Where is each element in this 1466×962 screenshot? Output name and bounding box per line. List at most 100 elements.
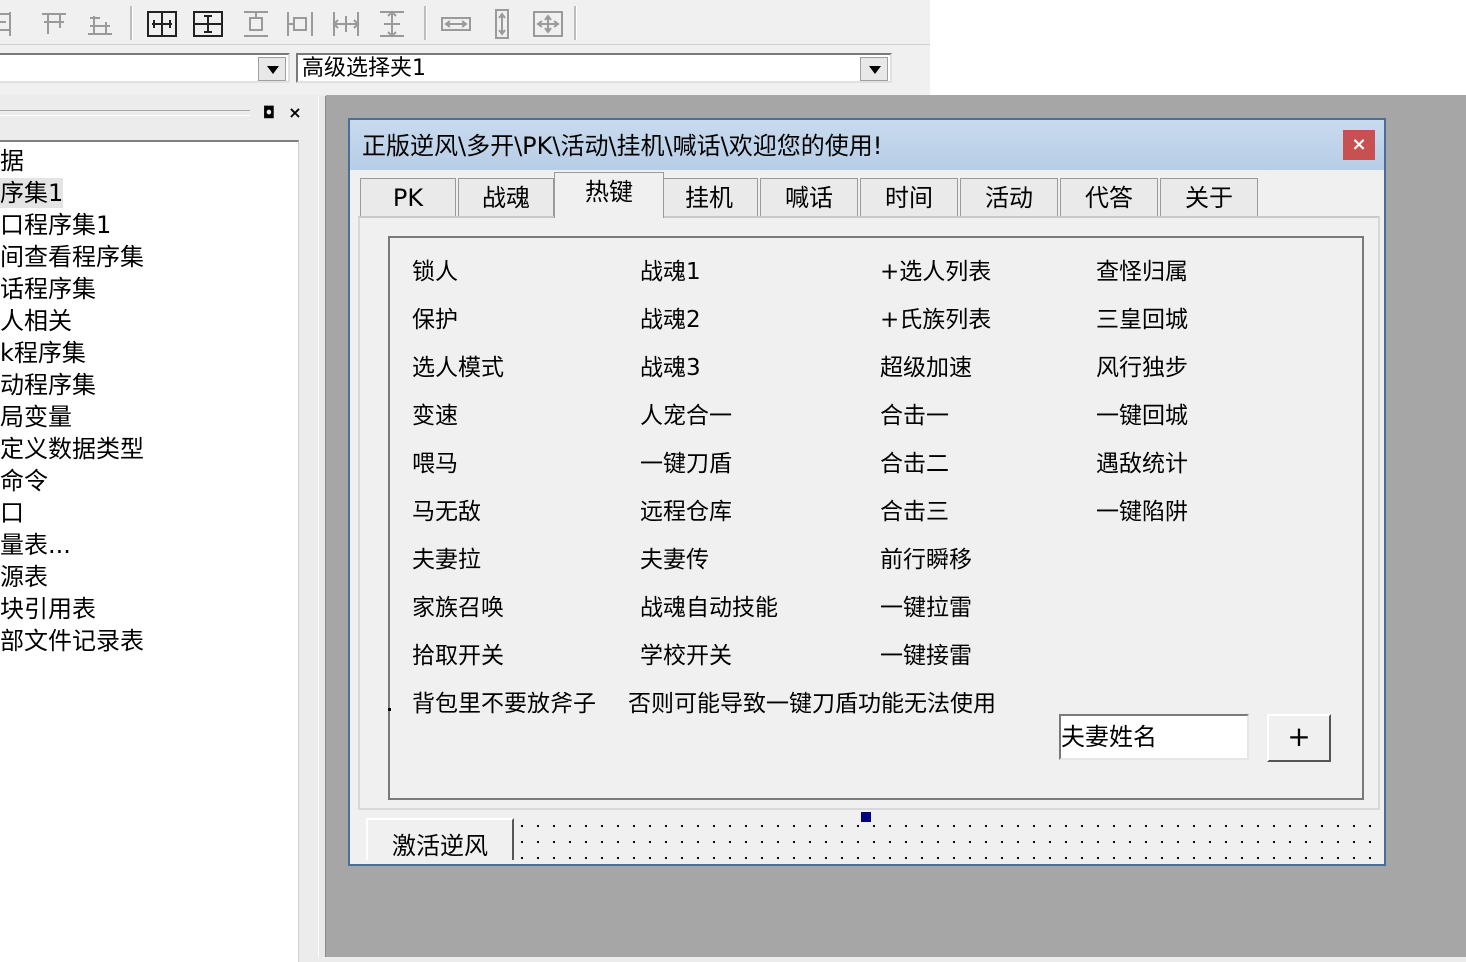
component-combo-value: 高级选择夹1 — [302, 56, 426, 81]
tree-item[interactable]: k程序集 — [0, 338, 86, 368]
same-height-icon[interactable] — [486, 8, 518, 40]
hotkey-label[interactable]: 战魂3 — [640, 354, 701, 382]
panel-header: ◘ × — [0, 96, 318, 130]
panel-grip[interactable] — [0, 110, 250, 116]
toolbar-separator — [424, 6, 427, 40]
chevron-down-icon[interactable] — [860, 57, 888, 81]
hotkey-label[interactable]: 家族召唤 — [412, 594, 504, 622]
activate-button[interactable]: 激活逆风 — [366, 818, 514, 860]
hotkey-label[interactable]: 战魂自动技能 — [640, 594, 778, 622]
tree-item[interactable]: 序集1 — [0, 178, 64, 208]
resize-handle[interactable] — [861, 812, 871, 822]
tree-item[interactable]: 局变量 — [0, 402, 72, 432]
tree-item[interactable]: 话程序集 — [0, 274, 96, 304]
layout-toolbar — [0, 0, 930, 44]
hotkey-label[interactable]: 三皇回城 — [1096, 306, 1188, 334]
center-horizontal-icon[interactable] — [146, 8, 178, 40]
tree-item[interactable]: 命令 — [0, 466, 48, 496]
add-button[interactable]: + — [1267, 714, 1331, 762]
object-combo[interactable] — [0, 53, 290, 83]
component-combo[interactable]: 高级选择夹1 — [296, 53, 892, 83]
same-height-spacing-icon[interactable] — [376, 8, 408, 40]
tree-item[interactable]: 口程序集1 — [0, 210, 111, 240]
hotkey-label[interactable]: 马无敌 — [412, 498, 481, 526]
hotkey-label[interactable]: 合击二 — [880, 450, 949, 478]
note-text-left: 背包里不要放斧子 — [412, 691, 596, 717]
hotkey-label[interactable]: 一键接雷 — [880, 642, 972, 670]
hotkey-label[interactable]: 一键刀盾 — [640, 450, 732, 478]
same-width-spacing-icon[interactable] — [330, 8, 362, 40]
hotkey-label[interactable]: 变速 — [412, 402, 458, 430]
tree-item[interactable]: 量表... — [0, 530, 71, 560]
hotkey-label[interactable]: 拾取开关 — [412, 642, 504, 670]
distribute-top-icon[interactable] — [240, 8, 272, 40]
form-title: 正版逆风\多开\PK\活动\挂机\喊话\欢迎您的使用! — [362, 132, 883, 160]
program-tree[interactable]: 据 序集1 口程序集1 间查看程序集 话程序集 人相关 k程序集 动程序集 局变… — [0, 140, 299, 962]
tab-pk[interactable]: PK — [360, 178, 456, 216]
hotkey-label[interactable]: 喂马 — [412, 450, 458, 478]
hotkey-label[interactable]: 远程仓库 — [640, 498, 732, 526]
hotkey-label[interactable]: 战魂2 — [640, 306, 701, 334]
float-icon[interactable]: ◘ — [258, 102, 280, 124]
distribute-horizontal-icon[interactable] — [284, 8, 316, 40]
hotkey-label[interactable]: 夫妻拉 — [412, 546, 481, 574]
align-top-icon[interactable] — [38, 8, 70, 40]
close-icon[interactable]: × — [1343, 130, 1375, 160]
tab-hanhua[interactable]: 喊话 — [760, 178, 858, 216]
toolbar-separator — [130, 6, 133, 40]
hotkey-label[interactable]: 一键回城 — [1096, 402, 1188, 430]
form-titlebar[interactable]: 正版逆风\多开\PK\活动\挂机\喊话\欢迎您的使用! × — [350, 120, 1384, 170]
hotkey-label[interactable]: 选人模式 — [412, 354, 504, 382]
tree-item[interactable]: 定义数据类型 — [0, 434, 144, 464]
hotkey-label[interactable]: 一键拉雷 — [880, 594, 972, 622]
hotkey-label[interactable]: 遇敌统计 — [1096, 450, 1188, 478]
design-grid — [352, 164, 1382, 174]
combo-bar: 高级选择夹1 — [0, 44, 930, 95]
design-grid — [510, 812, 1384, 866]
tab-guaji[interactable]: 挂机 — [660, 178, 758, 216]
hotkey-label[interactable]: 夫妻传 — [640, 546, 709, 574]
hotkey-label[interactable]: 一键陷阱 — [1096, 498, 1188, 526]
hotkey-label[interactable]: 学校开关 — [640, 642, 732, 670]
tree-item[interactable]: 间查看程序集 — [0, 242, 144, 272]
toolbar-empty-area — [930, 0, 1466, 95]
toolbar-separator — [574, 6, 577, 40]
hotkey-label[interactable]: 风行独步 — [1096, 354, 1188, 382]
spouse-name-input[interactable]: 夫妻姓名 — [1059, 714, 1249, 760]
tab-time[interactable]: 时间 — [860, 178, 958, 216]
program-panel: ◘ × 据 序集1 口程序集1 间查看程序集 话程序集 人相关 k程序集 动程序… — [0, 96, 318, 962]
chevron-down-icon[interactable] — [258, 57, 286, 81]
tab-zhanhun[interactable]: 战魂 — [458, 178, 554, 216]
tree-item[interactable]: 部文件记录表 — [0, 626, 144, 656]
same-size-icon[interactable] — [532, 8, 564, 40]
tree-item[interactable]: 块引用表 — [0, 594, 96, 624]
hotkey-label[interactable]: 人宠合一 — [640, 402, 732, 430]
tab-daida[interactable]: 代答 — [1060, 178, 1158, 216]
same-width-icon[interactable] — [440, 8, 472, 40]
hotkey-label[interactable]: 超级加速 — [880, 354, 972, 382]
tab-activity[interactable]: 活动 — [960, 178, 1058, 216]
tab-hotkeys[interactable]: 热键 — [554, 172, 664, 218]
hotkey-label[interactable]: 合击一 — [880, 402, 949, 430]
hotkey-label[interactable]: +氏族列表 — [880, 306, 991, 334]
hotkey-label[interactable]: 保护 — [412, 306, 458, 334]
tree-item[interactable]: 人相关 — [0, 306, 72, 336]
panel-splitter[interactable] — [318, 96, 326, 957]
tree-item[interactable]: 动程序集 — [0, 370, 96, 400]
center-vertical-icon[interactable] — [192, 8, 224, 40]
hotkey-label[interactable]: 锁人 — [412, 258, 458, 286]
hotkey-label[interactable]: 战魂1 — [640, 258, 701, 286]
tab-about[interactable]: 关于 — [1160, 178, 1258, 216]
bullet-dot — [388, 708, 391, 711]
align-bottom-icon[interactable] — [84, 8, 116, 40]
close-icon[interactable]: × — [284, 102, 306, 124]
hotkey-label[interactable]: +选人列表 — [880, 258, 991, 286]
tree-item[interactable]: 口 — [0, 498, 24, 528]
note-text-right: 否则可能导致一键刀盾功能无法使用 — [628, 691, 996, 717]
align-left-icon[interactable] — [0, 8, 22, 40]
tree-item[interactable]: 据 — [0, 146, 24, 176]
tree-item[interactable]: 源表 — [0, 562, 48, 592]
hotkey-label[interactable]: 合击三 — [880, 498, 949, 526]
hotkey-label[interactable]: 前行瞬移 — [880, 546, 972, 574]
hotkey-label[interactable]: 查怪归属 — [1096, 258, 1188, 286]
